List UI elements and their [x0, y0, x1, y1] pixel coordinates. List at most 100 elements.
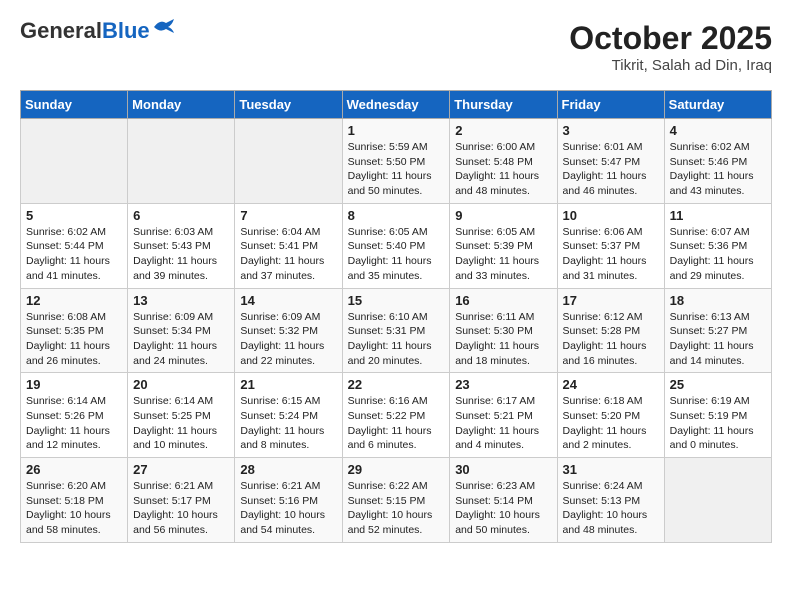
calendar-cell: 30Sunrise: 6:23 AM Sunset: 5:14 PM Dayli…: [450, 458, 557, 543]
calendar-cell: 9Sunrise: 6:05 AM Sunset: 5:39 PM Daylig…: [450, 203, 557, 288]
calendar-cell: 16 Sunrise: 6:11 AM Sunset: 5:30 PM Dayli…: [450, 288, 557, 373]
day-number: 19: [26, 377, 122, 392]
day-info: Sunrise: 6:02 AM Sunset: 5:44 PM Dayligh…: [26, 225, 122, 284]
calendar-week-row: 5 Sunrise: 6:02 AM Sunset: 5:44 PM Daylig…: [21, 203, 772, 288]
calendar-cell: 25Sunrise: 6:19 AM Sunset: 5:19 PM Dayli…: [664, 373, 771, 458]
day-number: 28: [240, 462, 336, 477]
day-number: 9: [455, 208, 551, 223]
day-number: 23: [455, 377, 551, 392]
day-info: Sunrise: 6:15 AM Sunset: 5:24 PM Dayligh…: [240, 394, 336, 453]
day-number: 13: [133, 293, 229, 308]
day-number: 15: [348, 293, 445, 308]
day-number: 29: [348, 462, 445, 477]
day-info: Sunrise: 6:01 AM Sunset: 5:47 PM Dayligh…: [563, 140, 659, 199]
calendar-cell: 14 Sunrise: 6:09 AM Sunset: 5:32 PM Dayli…: [235, 288, 342, 373]
day-number: 5: [26, 208, 122, 223]
logo-bird-icon: [152, 19, 174, 35]
calendar-table: SundayMondayTuesdayWednesdayThursdayFrid…: [20, 90, 772, 543]
calendar-cell: 5 Sunrise: 6:02 AM Sunset: 5:44 PM Daylig…: [21, 203, 128, 288]
calendar-cell: 4 Sunrise: 6:02 AM Sunset: 5:46 PM Daylig…: [664, 119, 771, 204]
logo-blue-text: Blue: [102, 18, 150, 43]
day-number: 21: [240, 377, 336, 392]
day-info: Sunrise: 6:03 AM Sunset: 5:43 PM Dayligh…: [133, 225, 229, 284]
weekday-header: Wednesday: [342, 91, 450, 119]
weekday-header: Tuesday: [235, 91, 342, 119]
day-number: 27: [133, 462, 229, 477]
day-info: Sunrise: 6:06 AM Sunset: 5:37 PM Dayligh…: [563, 225, 659, 284]
calendar-cell: 31 Sunrise: 6:24 AM Sunset: 5:13 PM Dayli…: [557, 458, 664, 543]
calendar-cell: 2Sunrise: 6:00 AM Sunset: 5:48 PM Daylig…: [450, 119, 557, 204]
day-info: Sunrise: 6:24 AM Sunset: 5:13 PM Dayligh…: [563, 479, 659, 538]
day-number: 20: [133, 377, 229, 392]
day-info: Sunrise: 6:12 AM Sunset: 5:28 PM Dayligh…: [563, 310, 659, 369]
day-info: Sunrise: 6:14 AM Sunset: 5:25 PM Dayligh…: [133, 394, 229, 453]
day-number: 11: [670, 208, 766, 223]
weekday-header: Sunday: [21, 91, 128, 119]
calendar-cell: 24 Sunrise: 6:18 AM Sunset: 5:20 PM Dayli…: [557, 373, 664, 458]
weekday-header: Saturday: [664, 91, 771, 119]
calendar-cell: 22Sunrise: 6:16 AM Sunset: 5:22 PM Dayli…: [342, 373, 450, 458]
day-info: Sunrise: 6:13 AM Sunset: 5:27 PM Dayligh…: [670, 310, 766, 369]
day-info: Sunrise: 6:09 AM Sunset: 5:34 PM Dayligh…: [133, 310, 229, 369]
page-header: GeneralBlue October 2025 Tikrit, Salah a…: [20, 20, 772, 74]
page-subtitle: Tikrit, Salah ad Din, Iraq: [569, 57, 772, 74]
day-info: Sunrise: 6:05 AM Sunset: 5:40 PM Dayligh…: [348, 225, 445, 284]
calendar-cell: 3 Sunrise: 6:01 AM Sunset: 5:47 PM Daylig…: [557, 119, 664, 204]
day-number: 8: [348, 208, 445, 223]
calendar-cell: [235, 119, 342, 204]
day-number: 3: [563, 123, 659, 138]
calendar-cell: 15 Sunrise: 6:10 AM Sunset: 5:31 PM Dayli…: [342, 288, 450, 373]
day-info: Sunrise: 6:07 AM Sunset: 5:36 PM Dayligh…: [670, 225, 766, 284]
calendar-cell: 13 Sunrise: 6:09 AM Sunset: 5:34 PM Dayli…: [128, 288, 235, 373]
calendar-cell: [664, 458, 771, 543]
day-number: 14: [240, 293, 336, 308]
day-number: 26: [26, 462, 122, 477]
calendar-week-row: 26 Sunrise: 6:20 AM Sunset: 5:18 PM Dayli…: [21, 458, 772, 543]
day-number: 30: [455, 462, 551, 477]
calendar-cell: [21, 119, 128, 204]
calendar-week-row: 12Sunrise: 6:08 AM Sunset: 5:35 PM Dayli…: [21, 288, 772, 373]
calendar-week-row: 1Sunrise: 5:59 AM Sunset: 5:50 PM Daylig…: [21, 119, 772, 204]
calendar-cell: 21 Sunrise: 6:15 AM Sunset: 5:24 PM Dayli…: [235, 373, 342, 458]
day-info: Sunrise: 6:08 AM Sunset: 5:35 PM Dayligh…: [26, 310, 122, 369]
day-info: Sunrise: 6:10 AM Sunset: 5:31 PM Dayligh…: [348, 310, 445, 369]
calendar-cell: 12Sunrise: 6:08 AM Sunset: 5:35 PM Dayli…: [21, 288, 128, 373]
day-info: Sunrise: 6:11 AM Sunset: 5:30 PM Dayligh…: [455, 310, 551, 369]
day-number: 24: [563, 377, 659, 392]
title-block: October 2025 Tikrit, Salah ad Din, Iraq: [569, 20, 772, 74]
calendar-cell: 26 Sunrise: 6:20 AM Sunset: 5:18 PM Dayli…: [21, 458, 128, 543]
day-number: 17: [563, 293, 659, 308]
day-number: 7: [240, 208, 336, 223]
day-number: 31: [563, 462, 659, 477]
day-info: Sunrise: 6:00 AM Sunset: 5:48 PM Dayligh…: [455, 140, 551, 199]
day-info: Sunrise: 6:20 AM Sunset: 5:18 PM Dayligh…: [26, 479, 122, 538]
weekday-header: Thursday: [450, 91, 557, 119]
calendar-cell: 11 Sunrise: 6:07 AM Sunset: 5:36 PM Dayli…: [664, 203, 771, 288]
day-info: Sunrise: 6:17 AM Sunset: 5:21 PM Dayligh…: [455, 394, 551, 453]
calendar-cell: 1Sunrise: 5:59 AM Sunset: 5:50 PM Daylig…: [342, 119, 450, 204]
logo-general-text: General: [20, 18, 102, 43]
day-number: 16: [455, 293, 551, 308]
calendar-cell: 10 Sunrise: 6:06 AM Sunset: 5:37 PM Dayli…: [557, 203, 664, 288]
calendar-cell: 29 Sunrise: 6:22 AM Sunset: 5:15 PM Dayli…: [342, 458, 450, 543]
day-info: Sunrise: 6:18 AM Sunset: 5:20 PM Dayligh…: [563, 394, 659, 453]
day-info: Sunrise: 6:09 AM Sunset: 5:32 PM Dayligh…: [240, 310, 336, 369]
day-info: Sunrise: 6:04 AM Sunset: 5:41 PM Dayligh…: [240, 225, 336, 284]
day-info: Sunrise: 6:21 AM Sunset: 5:17 PM Dayligh…: [133, 479, 229, 538]
day-number: 1: [348, 123, 445, 138]
day-number: 6: [133, 208, 229, 223]
day-info: Sunrise: 6:14 AM Sunset: 5:26 PM Dayligh…: [26, 394, 122, 453]
page-title: October 2025: [569, 20, 772, 57]
day-info: Sunrise: 6:02 AM Sunset: 5:46 PM Dayligh…: [670, 140, 766, 199]
calendar-cell: 17 Sunrise: 6:12 AM Sunset: 5:28 PM Dayli…: [557, 288, 664, 373]
weekday-header: Friday: [557, 91, 664, 119]
calendar-cell: 6 Sunrise: 6:03 AM Sunset: 5:43 PM Daylig…: [128, 203, 235, 288]
day-number: 10: [563, 208, 659, 223]
day-number: 25: [670, 377, 766, 392]
day-info: Sunrise: 6:22 AM Sunset: 5:15 PM Dayligh…: [348, 479, 445, 538]
day-number: 22: [348, 377, 445, 392]
calendar-cell: 19 Sunrise: 6:14 AM Sunset: 5:26 PM Dayli…: [21, 373, 128, 458]
day-number: 4: [670, 123, 766, 138]
day-info: Sunrise: 6:21 AM Sunset: 5:16 PM Dayligh…: [240, 479, 336, 538]
calendar-cell: [128, 119, 235, 204]
